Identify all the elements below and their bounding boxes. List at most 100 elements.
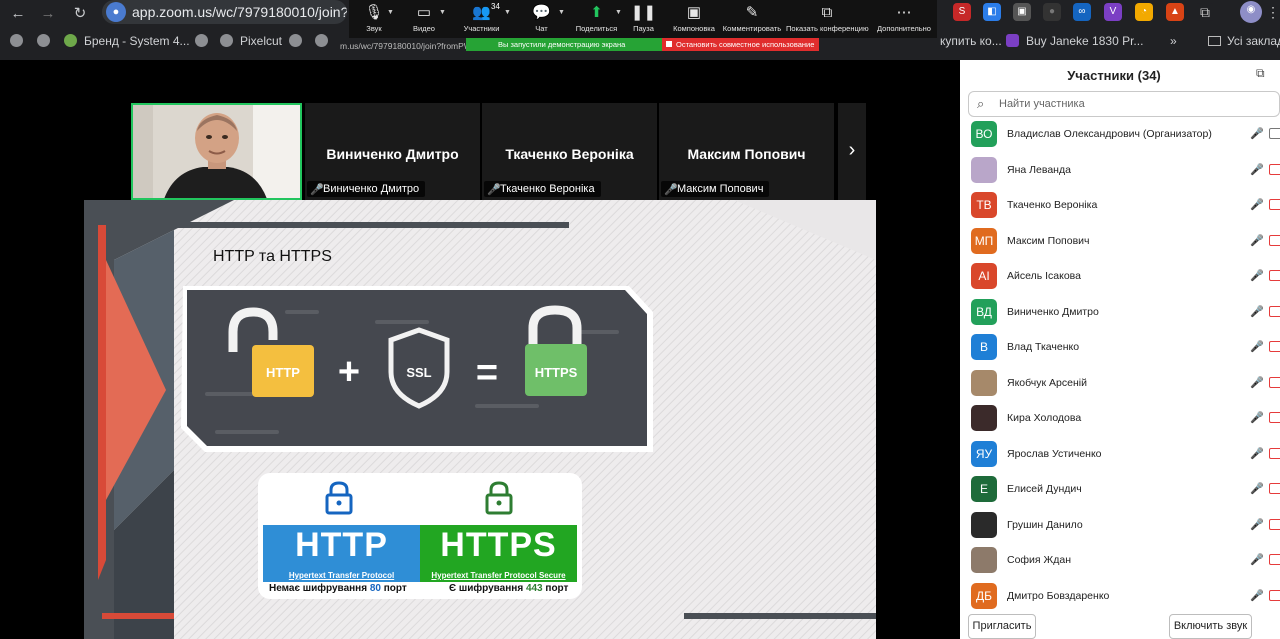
bookmark-globe-icon[interactable]	[37, 33, 57, 49]
next-page-chevron-icon[interactable]: ›	[838, 103, 866, 200]
location-extension-icon[interactable]: ●	[1043, 3, 1061, 21]
camera-icon[interactable]	[1269, 376, 1280, 388]
camera-icon[interactable]	[1269, 554, 1280, 565]
microphone-icon[interactable]: 🎤	[1250, 127, 1264, 140]
participant-name: Виниченко Дмитро	[1007, 305, 1099, 318]
participant-row[interactable]: ДБ Дмитро Бовздаренко 🎤	[960, 579, 1280, 613]
participant-row[interactable]: Кира Холодова 🎤	[960, 401, 1280, 435]
infinity-extension-icon[interactable]: ∞	[1073, 3, 1091, 21]
video-tile[interactable]: Максим Попович 🎤 Максим Попович	[658, 103, 834, 200]
microphone-icon[interactable]: 🎤	[1250, 482, 1264, 495]
camera-icon[interactable]	[1269, 447, 1280, 459]
more-button[interactable]: ⋯ Дополнительно	[871, 0, 937, 38]
participant-row[interactable]: МП Максим Попович 🎤	[960, 224, 1280, 258]
audio-button[interactable]: 🎙 Звук ▼	[349, 0, 399, 38]
annotate-button[interactable]: ✎ Комментировать	[721, 0, 783, 38]
show-meeting-button[interactable]: ⧉ Показать конференцию	[786, 0, 869, 38]
http-box: HTTP Hypertext Transfer Protocol	[263, 525, 420, 582]
camera-icon[interactable]	[1269, 199, 1280, 210]
microphone-icon[interactable]: 🎤	[1250, 376, 1264, 389]
pacman-extension-icon[interactable]: ◔	[1135, 3, 1153, 21]
puzzle-extension-icon[interactable]: ⧉	[1196, 3, 1214, 21]
chevron-down-icon[interactable]: ▼	[387, 9, 394, 16]
image-extension-icon[interactable]: ▣	[1013, 3, 1031, 21]
fox-extension-icon[interactable]: ▲	[1166, 3, 1184, 21]
microphone-icon[interactable]: 🎤	[1250, 198, 1264, 211]
all-bookmarks[interactable]: Усі закладки	[1208, 33, 1280, 49]
microphone-icon[interactable]: 🎤	[1250, 340, 1264, 353]
microphone-icon[interactable]: 🎤	[1250, 411, 1264, 424]
profile-avatar[interactable]: ◉	[1240, 1, 1262, 23]
address-bar[interactable]: ● app.zoom.us/wc/7979180010/join?froml	[102, 0, 347, 24]
camera-icon[interactable]	[1269, 128, 1280, 139]
video-button[interactable]: ▭ Видео ▼	[399, 0, 449, 38]
bookmark-globe-icon[interactable]	[289, 33, 309, 49]
microphone-icon[interactable]: 🎤	[1250, 269, 1264, 282]
microphone-icon[interactable]: 🎤	[1250, 305, 1264, 318]
microphone-icon[interactable]: 🎤	[1250, 518, 1264, 531]
participant-row[interactable]: Якобчук Арсеній 🎤	[960, 366, 1280, 400]
blue-padlock-icon	[325, 481, 353, 515]
avatar: В	[971, 334, 997, 360]
reload-icon[interactable]: ↻	[70, 4, 90, 24]
participant-row[interactable]: В Влад Ткаченко 🎤	[960, 330, 1280, 364]
participant-row[interactable]: ВО Владислав Олександрович (Организатор) 🎤	[960, 117, 1280, 151]
microphone-icon[interactable]: 🎤	[1250, 163, 1264, 176]
chevron-down-icon[interactable]: ▼	[504, 9, 511, 16]
self-video-tile[interactable]	[131, 103, 302, 200]
microphone-icon[interactable]: 🎤	[1250, 553, 1264, 566]
pause-button[interactable]: ❚❚ Пауза	[621, 0, 666, 38]
bookmark-item[interactable]: купить ко...	[940, 33, 1002, 49]
invite-button[interactable]: Пригласить	[968, 614, 1036, 639]
microphone-icon[interactable]: 🎤	[1250, 447, 1264, 460]
camera-icon[interactable]	[1269, 341, 1280, 352]
v-extension-icon[interactable]: V	[1104, 3, 1122, 21]
participant-row[interactable]: Грушин Данило 🎤	[960, 508, 1280, 542]
camera-icon[interactable]	[1269, 589, 1280, 601]
participant-row[interactable]: ТВ Ткаченко Вероніка 🎤	[960, 188, 1280, 222]
participant-row[interactable]: Яна Леванда 🎤	[960, 153, 1280, 187]
extension-icon[interactable]: S	[953, 3, 971, 21]
search-input[interactable]: ⌕ Найти участника	[968, 91, 1280, 117]
bookmark-globe-icon[interactable]	[10, 33, 30, 49]
camera-icon[interactable]	[1269, 305, 1280, 317]
back-arrow-icon[interactable]: ←	[8, 4, 28, 24]
microphone-icon[interactable]: ●	[106, 2, 126, 22]
camera-icon[interactable]	[1269, 483, 1280, 494]
stop-share-button[interactable]: Остановить совместное использование	[662, 38, 819, 51]
video-tile[interactable]: Ткаченко Вероніка 🎤 Ткаченко Вероніка	[481, 103, 657, 200]
avatar	[971, 511, 997, 538]
menu-dots-icon[interactable]: ⋮	[1264, 3, 1280, 21]
share-button[interactable]: ⬆ Поделиться ▼	[569, 0, 624, 38]
bookmark-item[interactable]: Buy Janeke 1830 Pr...	[1006, 33, 1143, 49]
microphone-icon[interactable]: 🎤	[1250, 234, 1264, 247]
bookmark-item[interactable]: Бренд - System 4...	[64, 33, 190, 49]
participants-button[interactable]: 👥 Участники ▼	[454, 0, 511, 38]
camera-icon[interactable]	[1269, 518, 1280, 530]
participant-row[interactable]: ЯУ Ярослав Устиченко 🎤	[960, 437, 1280, 471]
avatar: МП	[971, 227, 997, 254]
video-tile[interactable]: Виниченко Дмитро 🎤 Виниченко Дмитро	[304, 103, 480, 200]
unmute-all-button[interactable]: Включить звук	[1169, 614, 1252, 639]
participant-row[interactable]: АІ Айсель Ісакова 🎤	[960, 259, 1280, 293]
camera-icon[interactable]	[1269, 412, 1280, 423]
layout-button[interactable]: ▣ Компоновка	[665, 0, 723, 38]
slide-title: HTTP та HTTPS	[213, 248, 332, 265]
popout-icon[interactable]: ⧉	[1256, 66, 1265, 81]
participant-row[interactable]: София Ждан 🎤	[960, 543, 1280, 577]
participant-row[interactable]: ВД Виниченко Дмитро 🎤	[960, 295, 1280, 329]
forward-arrow-icon[interactable]: →	[38, 4, 58, 24]
participant-row[interactable]: Е Елисей Дундич 🎤	[960, 472, 1280, 506]
extension-icon[interactable]: ◧	[983, 3, 1001, 21]
camera-icon[interactable]	[1269, 163, 1280, 175]
bookmark-globe-icon[interactable]	[195, 33, 215, 49]
bookmark-item[interactable]: Pixelcut	[220, 33, 282, 49]
bookmark-globe-icon[interactable]	[315, 33, 335, 49]
more-bookmarks-icon[interactable]: »	[1170, 33, 1177, 49]
chat-button[interactable]: 💬 Чат ▼	[514, 0, 569, 38]
microphone-icon[interactable]: 🎤	[1250, 589, 1264, 602]
chevron-down-icon[interactable]: ▼	[439, 9, 446, 16]
camera-icon[interactable]	[1269, 234, 1280, 246]
chevron-down-icon[interactable]: ▼	[558, 9, 565, 16]
camera-icon[interactable]	[1269, 270, 1280, 281]
